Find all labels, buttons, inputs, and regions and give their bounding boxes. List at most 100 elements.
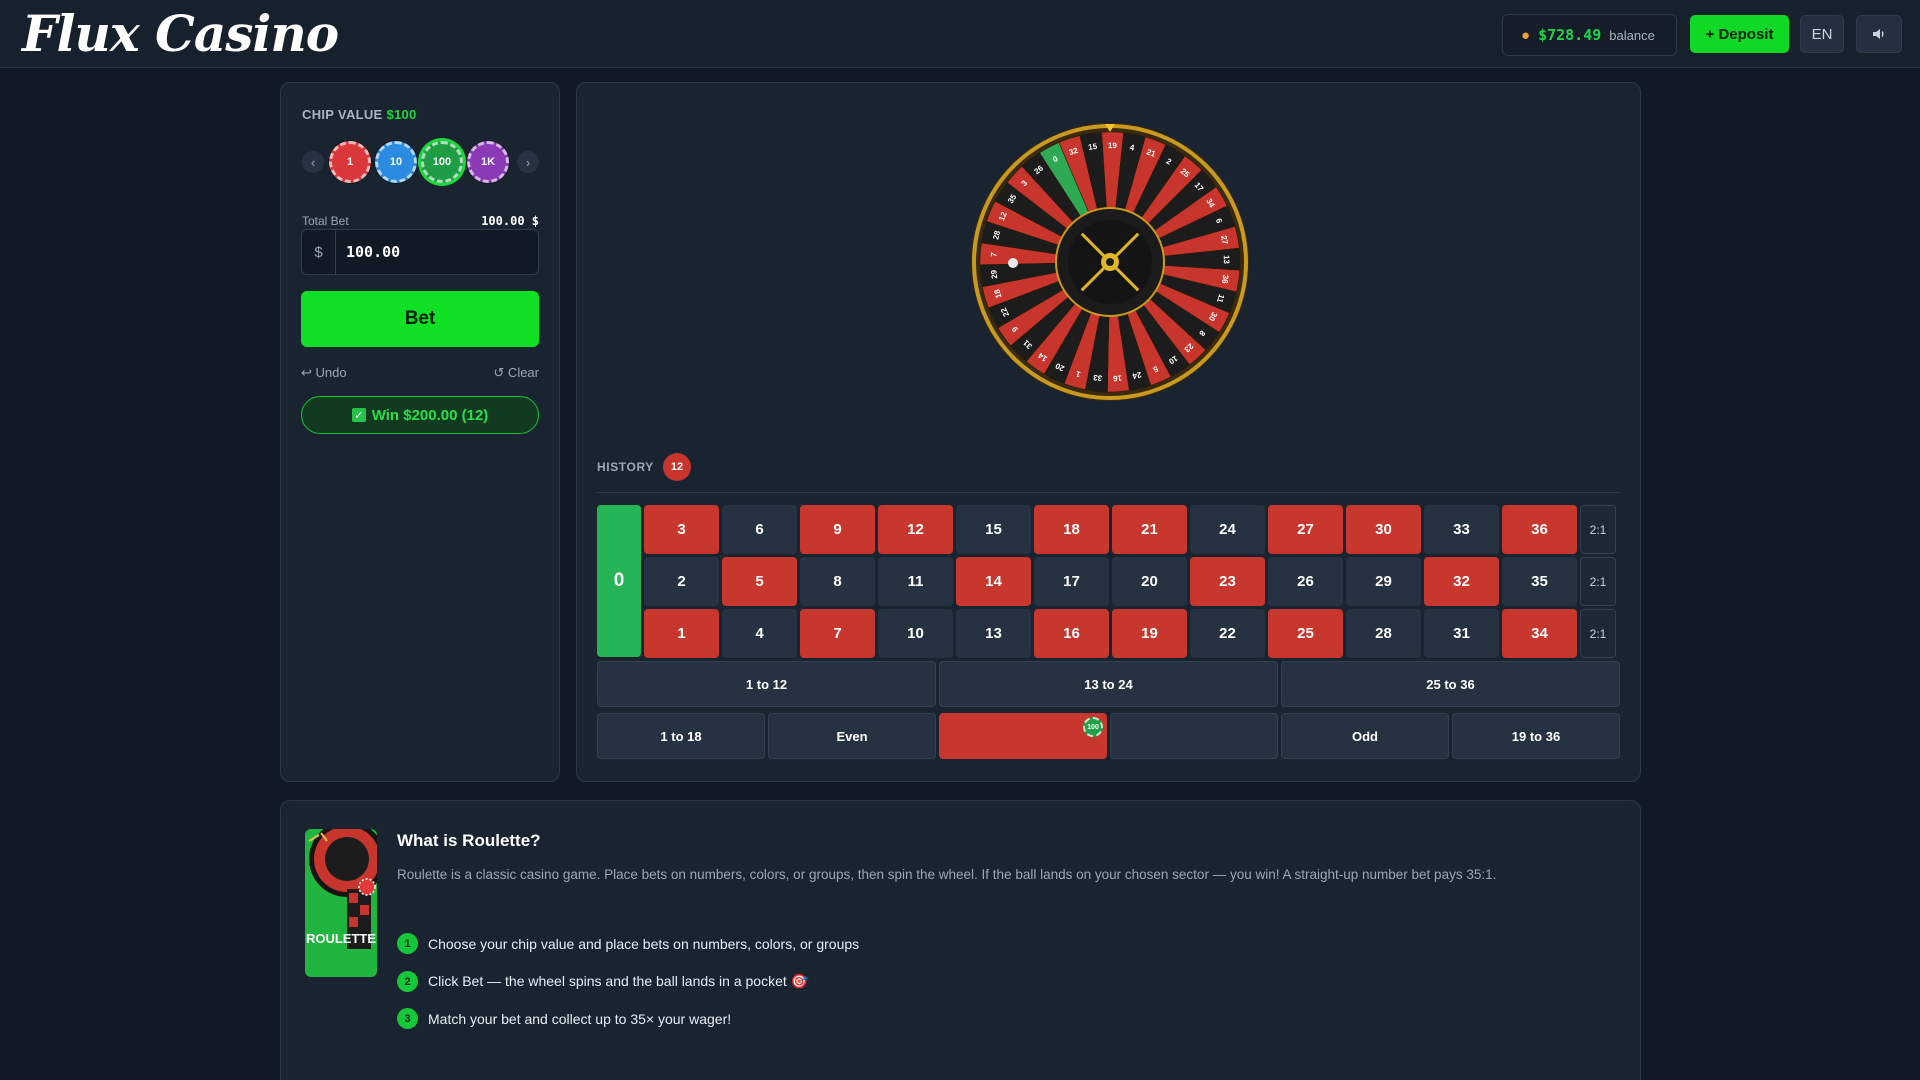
bet-cell-7[interactable]: 7 (800, 609, 875, 658)
bet-black[interactable] (1110, 713, 1278, 759)
undo-button[interactable]: ↩ Undo (301, 365, 347, 381)
bet-cell-36[interactable]: 36 (1502, 505, 1577, 554)
column-bet-2to1[interactable]: 2:1 (1580, 505, 1616, 554)
bet-cell-35[interactable]: 35 (1502, 557, 1577, 606)
bet-cell-8[interactable]: 8 (800, 557, 875, 606)
bet-cell-4[interactable]: 4 (722, 609, 797, 658)
bet-cell-18[interactable]: 18 (1034, 505, 1109, 554)
bet-cell-19[interactable]: 19 (1112, 609, 1187, 658)
placed-chip-100: 100 (1083, 717, 1103, 737)
bet-cell-27[interactable]: 27 (1268, 505, 1343, 554)
bet-cell-3[interactable]: 3 (644, 505, 719, 554)
balance-label: balance (1609, 27, 1655, 43)
speaker-icon (1873, 29, 1884, 39)
chip-10[interactable]: 10 (375, 141, 417, 183)
bet-cell-1[interactable]: 1 (644, 609, 719, 658)
bet-cell-25[interactable]: 25 (1268, 609, 1343, 658)
bet-cell-10[interactable]: 10 (878, 609, 953, 658)
deposit-button[interactable]: + Deposit (1690, 15, 1789, 53)
sound-toggle[interactable] (1856, 15, 1902, 53)
step-number: 1 (397, 933, 418, 954)
info-panel: ROULETTE What is Roulette? Roulette is a… (280, 800, 1641, 1080)
bet-cell-2[interactable]: 2 (644, 557, 719, 606)
history-label: HISTORY (597, 460, 654, 474)
step-number: 2 (397, 971, 418, 992)
step-text: Choose your chip value and place bets on… (428, 935, 860, 952)
wheel-number: 16 (1112, 373, 1122, 383)
bet-cell-11[interactable]: 11 (878, 557, 953, 606)
bet-cell-5[interactable]: 5 (722, 557, 797, 606)
roulette-panel: 0 32 15 19 4 21 2 25 17 34 6 27 13 36 11 30 8 23 10 5 24 16 33… (576, 82, 1641, 782)
chip-next-button[interactable]: › (517, 151, 539, 173)
bet-cell-16[interactable]: 16 (1034, 609, 1109, 658)
bet-red[interactable] (939, 713, 1107, 759)
language-selector[interactable]: EN (1800, 15, 1844, 53)
step-item: 1 Choose your chip value and place bets … (397, 933, 859, 954)
balance-amount: $728.49 (1538, 26, 1602, 44)
bet-cell-33[interactable]: 33 (1424, 505, 1499, 554)
bet-cell-26[interactable]: 26 (1268, 557, 1343, 606)
bet-cell-15[interactable]: 15 (956, 505, 1031, 554)
step-item: 2 Click Bet — the wheel spins and the ba… (397, 971, 808, 992)
thumb-title: ROULETTE (306, 931, 376, 946)
bet-cell-12[interactable]: 12 (878, 505, 953, 554)
roulette-thumbnail: ROULETTE (305, 821, 385, 977)
bet-cell-31[interactable]: 31 (1424, 609, 1499, 658)
wheel-number: 19 (1108, 141, 1118, 150)
bet-even[interactable]: Even (768, 713, 936, 759)
wheel-number: 33 (1092, 373, 1102, 383)
bet-panel: CHIP VALUE $100 ‹ 1 10 100 1K › Total Bet 1… (280, 82, 560, 782)
column-bet-2to1[interactable]: 2:1 (1580, 609, 1616, 658)
win-result-badge: ✓ Win $200.00 (12) (301, 396, 539, 434)
bet-cell-30[interactable]: 30 (1346, 505, 1421, 554)
chip-1k[interactable]: 1K (467, 141, 509, 183)
roulette-ball (1008, 258, 1018, 268)
dozen-bet[interactable]: 25 to 36 (1281, 661, 1620, 707)
bet-button[interactable]: Bet (301, 291, 539, 347)
bet-amount-field: $ (301, 229, 539, 275)
column-bet-2to1[interactable]: 2:1 (1580, 557, 1616, 606)
site-logo[interactable]: Flux Casino (22, 4, 339, 64)
bet-amount-input[interactable] (336, 230, 538, 274)
bet-cell-20[interactable]: 20 (1112, 557, 1187, 606)
total-bet-label: Total Bet (302, 214, 349, 228)
step-text: Match your bet and collect up to 35× you… (428, 1010, 732, 1027)
win-text: Win $200.00 (12) (371, 406, 489, 424)
divider (597, 492, 1621, 493)
history-result: 12 (663, 453, 691, 481)
bet-cell-13[interactable]: 13 (956, 609, 1031, 658)
dozen-bet[interactable]: 13 to 24 (939, 661, 1278, 707)
bet-cell-29[interactable]: 29 (1346, 557, 1421, 606)
bet-cell-6[interactable]: 6 (722, 505, 797, 554)
dozen-bet[interactable]: 1 to 12 (597, 661, 936, 707)
clear-button[interactable]: ↺ Clear (493, 365, 539, 381)
chip-value-label: CHIP VALUE $100 (302, 107, 417, 122)
info-title: What is Roulette? (397, 831, 541, 850)
bet-cell-32[interactable]: 32 (1424, 557, 1499, 606)
money-bag-icon: ● (1521, 26, 1531, 44)
bet-cell-9[interactable]: 9 (800, 505, 875, 554)
chip-value: $100 (386, 107, 417, 122)
bet-cell-zero[interactable]: 0 (597, 505, 641, 657)
bet-cell-24[interactable]: 24 (1190, 505, 1265, 554)
bet-cell-22[interactable]: 22 (1190, 609, 1265, 658)
chip-100[interactable]: 100 (421, 141, 463, 183)
bet-cell-23[interactable]: 23 (1190, 557, 1265, 606)
wheel-number: 13 (1222, 255, 1231, 265)
chip-prev-button[interactable]: ‹ (302, 151, 324, 173)
info-description: Roulette is a classic casino game. Place… (397, 867, 1497, 882)
checkmark-icon: ✓ (351, 408, 366, 422)
bet-cell-28[interactable]: 28 (1346, 609, 1421, 658)
bet-cell-14[interactable]: 14 (956, 557, 1031, 606)
chip-1[interactable]: 1 (329, 141, 371, 183)
bet-cell-21[interactable]: 21 (1112, 505, 1187, 554)
balance-display: ● $728.49 balance (1502, 14, 1677, 56)
step-item: 3 Match your bet and collect up to 35× y… (397, 1008, 731, 1029)
bet-cell-34[interactable]: 34 (1502, 609, 1577, 658)
top-bar: Flux Casino ● $728.49 balance + Deposit … (0, 0, 1920, 68)
bet-19-to-36[interactable]: 19 to 36 (1452, 713, 1620, 759)
bet-cell-17[interactable]: 17 (1034, 557, 1109, 606)
bet-1-to-18[interactable]: 1 to 18 (597, 713, 765, 759)
total-bet-value: 100.00 $ (481, 214, 539, 228)
bet-odd[interactable]: Odd (1281, 713, 1449, 759)
